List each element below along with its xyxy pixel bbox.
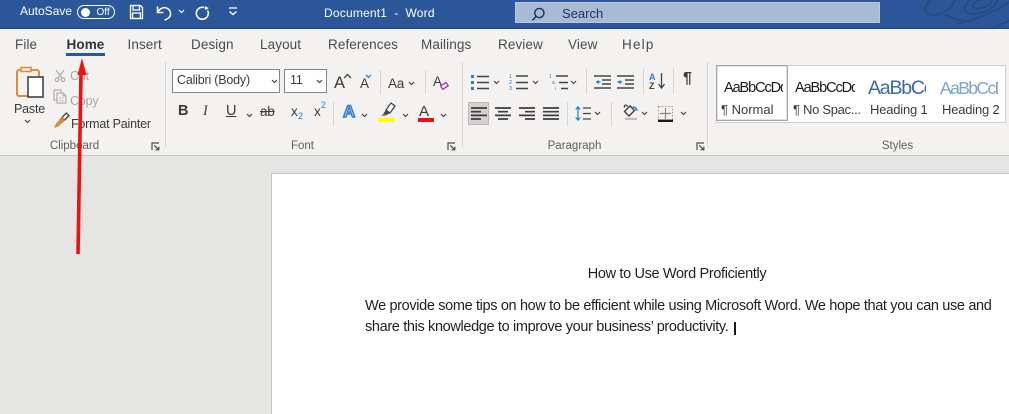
svg-text:i: i (555, 86, 556, 91)
svg-text:3: 3 (509, 86, 512, 91)
